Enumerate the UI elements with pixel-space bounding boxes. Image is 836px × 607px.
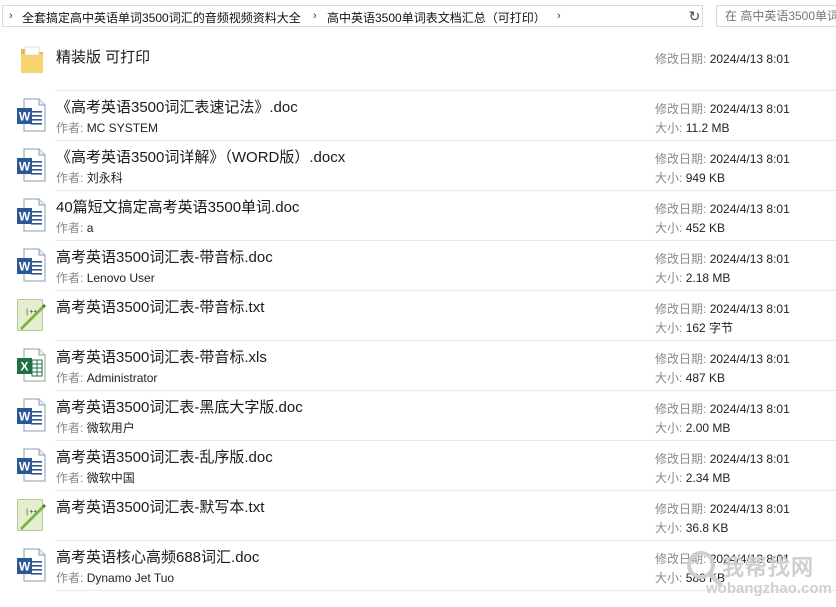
word-doc-icon: W [16,98,46,132]
file-name[interactable]: 《高考英语3500词汇表速记法》.doc [56,96,298,117]
file-author: 作者: Lenovo User [56,271,155,285]
file-item[interactable]: W 《高考英语3500词详解》（WORD版）.docx 作者: 刘永科 修改日期: 2… [0,141,836,191]
folder-item[interactable]: 精装版 可打印 修改日期: 2024/4/13 8:01 [0,41,836,91]
modified-date: 修改日期: 2024/4/13 8:01 [655,552,790,566]
folder-icon [19,43,49,77]
file-size: 大小: 162 字节 [655,321,734,335]
address-bar[interactable]: › 全套搞定高中英语单词3500词汇的音频视频资料大全 › 高中英语3500单词… [2,5,703,27]
refresh-icon[interactable]: ↻ [686,8,703,25]
chevron-right-icon[interactable]: › [9,10,13,22]
file-name[interactable]: 高考英语3500词汇表-黑底大字版.doc [56,396,303,417]
file-author: 作者: 微软中国 [56,471,135,485]
row-divider [55,590,836,591]
modified-date: 修改日期: 2024/4/13 8:01 [655,452,790,466]
search-input[interactable] [717,6,836,26]
file-name[interactable]: 高考英语3500词汇表-带音标.txt [56,296,264,317]
text-file-icon: |++ [16,498,46,532]
file-author: 作者: Dynamo Jet Tuo [56,571,175,585]
modified-date: 修改日期: 2024/4/13 8:01 [655,52,790,66]
svg-text:W: W [19,460,31,474]
file-item[interactable]: |++ 高考英语3500词汇表-带音标.txt 修改日期: 2024/4/13 8:… [0,291,836,341]
file-size: 大小: 2.18 MB [655,271,731,285]
excel-sheet-icon: X [16,348,46,382]
modified-date: 修改日期: 2024/4/13 8:01 [655,352,790,366]
file-name[interactable]: 精装版 可打印 [56,46,150,67]
file-name[interactable]: 高考英语核心高频688词汇.doc [56,546,259,567]
modified-date: 修改日期: 2024/4/13 8:01 [655,252,790,266]
svg-text:W: W [19,110,31,124]
file-author: 作者: 微软用户 [56,421,135,435]
svg-text:W: W [19,560,31,574]
word-doc-icon: W [16,248,46,282]
modified-date: 修改日期: 2024/4/13 8:01 [655,402,790,416]
address-bar-row: › 全套搞定高中英语单词3500词汇的音频视频资料大全 › 高中英语3500单词… [0,0,836,33]
file-size: 大小: 11.2 MB [655,121,730,135]
file-size: 大小: 588 KB [655,571,726,585]
file-name[interactable]: 高考英语3500词汇表-乱序版.doc [56,446,273,467]
file-name[interactable]: 40篇短文搞定高考英语3500单词.doc [56,196,299,217]
modified-date: 修改日期: 2024/4/13 8:01 [655,202,790,216]
modified-date: 修改日期: 2024/4/13 8:01 [655,152,790,166]
file-name[interactable]: 高考英语3500词汇表-带音标.doc [56,246,273,267]
modified-date: 修改日期: 2024/4/13 8:01 [655,102,790,116]
file-name[interactable]: 高考英语3500词汇表-带音标.xls [56,346,267,367]
breadcrumb-parent[interactable]: 全套搞定高中英语单词3500词汇的音频视频资料大全 [22,9,301,26]
file-size: 大小: 487 KB [655,371,726,385]
file-size: 大小: 2.34 MB [655,471,731,485]
word-doc-icon: W [16,548,46,582]
file-item[interactable]: W 高考英语3500词汇表-带音标.doc 作者: Lenovo User 修改日期:… [0,241,836,291]
file-item[interactable]: W 40篇短文搞定高考英语3500单词.doc 作者: a 修改日期: 2024/4/… [0,191,836,241]
file-name[interactable]: 《高考英语3500词详解》（WORD版）.docx [56,146,345,167]
svg-text:X: X [20,360,28,374]
svg-text:W: W [19,160,31,174]
svg-text:W: W [19,210,31,224]
file-item[interactable]: W 高考英语核心高频688词汇.doc 作者: Dynamo Jet Tuo 修改日期… [0,541,836,591]
file-item[interactable]: |++ 高考英语3500词汇表-默写本.txt 修改日期: 2024/4/13 8:… [0,491,836,541]
file-item[interactable]: X 高考英语3500词汇表-带音标.xls 作者: Administrator 修改日… [0,341,836,391]
breadcrumb-current[interactable]: 高中英语3500单词表文档汇总（可打印） [327,9,546,26]
file-size: 大小: 949 KB [655,171,726,185]
file-author: 作者: a [56,221,94,235]
modified-date: 修改日期: 2024/4/13 8:01 [655,302,790,316]
svg-text:W: W [19,410,31,424]
file-size: 大小: 452 KB [655,221,726,235]
chevron-right-icon[interactable]: › [313,10,317,22]
file-item[interactable]: W 高考英语3500词汇表-乱序版.doc 作者: 微软中国 修改日期: 2024/4… [0,441,836,491]
file-name[interactable]: 高考英语3500词汇表-默写本.txt [56,496,264,517]
text-file-icon: |++ [16,298,46,332]
word-doc-icon: W [16,448,46,482]
file-item[interactable]: W 《高考英语3500词汇表速记法》.doc 作者: MC SYSTEM 修改日期: … [0,91,836,141]
word-doc-icon: W [16,148,46,182]
word-doc-icon: W [16,198,46,232]
search-box[interactable] [716,5,836,27]
file-author: 作者: MC SYSTEM [56,121,159,135]
file-author: 作者: 刘永科 [56,171,123,185]
word-doc-icon: W [16,398,46,432]
file-author: 作者: Administrator [56,371,158,385]
chevron-right-icon[interactable]: › [557,10,561,22]
file-size: 大小: 2.00 MB [655,421,731,435]
svg-text:W: W [19,260,31,274]
modified-date: 修改日期: 2024/4/13 8:01 [655,502,790,516]
file-item[interactable]: W 高考英语3500词汇表-黑底大字版.doc 作者: 微软用户 修改日期: 2024… [0,391,836,441]
file-size: 大小: 36.8 KB [655,521,729,535]
